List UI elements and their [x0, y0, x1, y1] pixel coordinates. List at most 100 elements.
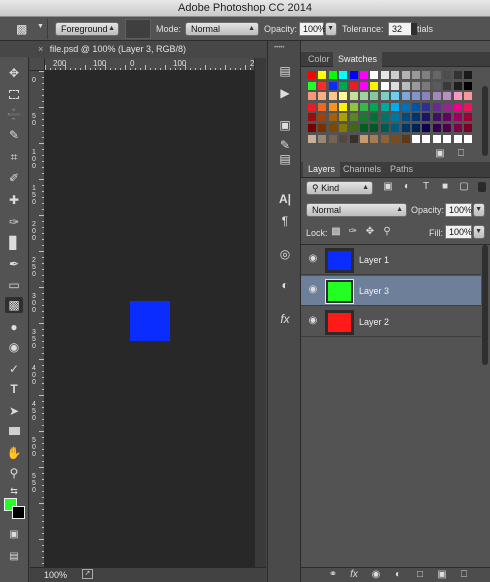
swatch[interactable] — [360, 92, 368, 101]
swatch[interactable] — [432, 124, 441, 132]
blur-tool-icon[interactable]: ● — [5, 319, 23, 335]
swatch[interactable] — [370, 124, 379, 132]
swatches-scrollbar[interactable] — [482, 86, 488, 156]
swatch[interactable] — [401, 102, 410, 111]
swatch[interactable] — [339, 81, 348, 90]
swatch[interactable] — [380, 81, 389, 90]
tool-preset-dropdown-icon[interactable]: ▼ — [37, 23, 44, 30]
swatch[interactable] — [464, 102, 472, 111]
swap-colors-icon[interactable]: ⇆ — [5, 483, 23, 499]
lock-position-icon[interactable]: ✥ — [364, 226, 376, 238]
opacity-input[interactable]: 100% — [299, 22, 326, 36]
fill-source-select[interactable]: Foreground ▲​ — [55, 22, 119, 36]
document-tab[interactable]: × file.psd @ 100% (Layer 3, RGB/8) — [30, 41, 266, 58]
swatch[interactable] — [391, 92, 400, 101]
type-tool-icon[interactable]: T — [5, 381, 23, 397]
swatch[interactable] — [401, 71, 410, 79]
swatch[interactable] — [339, 124, 348, 132]
tool-presets-icon[interactable]: ▤ — [276, 151, 294, 167]
swatch[interactable] — [339, 71, 348, 79]
swatch[interactable] — [318, 102, 327, 111]
swatch[interactable] — [308, 81, 316, 90]
tab-color[interactable]: Color — [303, 52, 335, 67]
swatch[interactable] — [370, 71, 379, 79]
layer-style-icon[interactable]: fx — [348, 569, 360, 581]
crop-tool-icon[interactable]: ⌗ — [5, 149, 23, 165]
brush-tool-icon[interactable]: ✑ — [5, 214, 23, 230]
brush-presets-icon[interactable]: ▣ — [276, 117, 294, 133]
blend-mode-select[interactable]: Normal ▲​ — [306, 203, 407, 217]
swatch[interactable] — [349, 81, 358, 90]
swatch[interactable] — [349, 102, 358, 111]
tab-channels[interactable]: Channels — [338, 162, 386, 177]
swatch[interactable] — [422, 81, 431, 90]
swatch[interactable] — [443, 113, 452, 122]
layer-filter-select[interactable]: ⚲ Kind ▲​ — [306, 181, 373, 195]
ruler-origin[interactable] — [30, 58, 45, 71]
new-swatch-icon[interactable]: ▣ — [434, 148, 446, 160]
swatch[interactable] — [443, 71, 452, 79]
lock-transparent-icon[interactable]: ▩ — [330, 226, 342, 238]
fill-dropdown[interactable]: ▼ — [473, 225, 485, 239]
dock-grip[interactable]: ••••• — [274, 45, 294, 51]
anti-alias-checkbox[interactable] — [411, 23, 417, 35]
filter-toggle[interactable] — [478, 182, 486, 192]
swatch[interactable] — [370, 113, 379, 122]
swatch[interactable] — [349, 124, 358, 132]
mode-select[interactable]: Normal ▲​ — [185, 22, 259, 36]
swatch[interactable] — [308, 124, 316, 132]
swatch[interactable] — [453, 124, 462, 132]
swatch[interactable] — [432, 92, 441, 101]
swatch[interactable] — [443, 92, 452, 101]
swatch[interactable] — [412, 134, 420, 143]
paint-bucket-tool-icon[interactable]: ▩ — [5, 297, 23, 313]
clone-stamp-tool-icon[interactable]: ▊ — [5, 235, 23, 251]
swatch[interactable] — [308, 134, 316, 143]
swatch[interactable] — [464, 81, 472, 90]
eyedropper-tool-icon[interactable]: ✐ — [5, 170, 23, 186]
move-tool-icon[interactable]: ✥ — [5, 65, 23, 81]
swatch[interactable] — [391, 102, 400, 111]
quick-selection-tool-icon[interactable]: ✎ — [5, 127, 23, 143]
swatch[interactable] — [349, 92, 358, 101]
swatch[interactable] — [422, 71, 431, 79]
swatch[interactable] — [401, 113, 410, 122]
spot-healing-tool-icon[interactable]: ✚ — [5, 192, 23, 208]
swatch[interactable] — [328, 81, 337, 90]
swatch[interactable] — [422, 102, 431, 111]
swatch[interactable] — [308, 92, 316, 101]
swatch[interactable] — [349, 113, 358, 122]
swatch[interactable] — [318, 81, 327, 90]
swatch[interactable] — [318, 92, 327, 101]
swatch[interactable] — [380, 102, 389, 111]
swatch[interactable] — [401, 124, 410, 132]
filter-smart-object-icon[interactable]: ▢ — [458, 181, 470, 193]
filter-pixel-icon[interactable]: ▣ — [382, 181, 394, 193]
swatch[interactable] — [370, 134, 379, 143]
swatch[interactable] — [308, 71, 316, 79]
visibility-eye-icon[interactable]: ◉ — [307, 285, 319, 295]
delete-swatch-icon[interactable]: ⎕ — [455, 148, 467, 160]
swatch[interactable] — [360, 81, 368, 90]
hand-tool-icon[interactable]: ✋ — [5, 445, 23, 461]
layer-row[interactable]: ◉ Layer 3 — [301, 276, 481, 306]
opacity-dropdown[interactable]: ▼ — [325, 22, 337, 36]
swatch[interactable] — [380, 92, 389, 101]
vertical-ruler[interactable]: 0 50 100 150 200 250 300 350 400 450 500 550 — [30, 71, 45, 567]
swatch[interactable] — [412, 71, 420, 79]
swatch[interactable] — [391, 124, 400, 132]
swatch[interactable] — [464, 71, 472, 79]
filter-type-icon[interactable]: T — [420, 181, 432, 193]
styles-panel-icon[interactable]: fx — [276, 311, 294, 327]
history-panel-icon[interactable]: ▤ — [276, 63, 294, 79]
3d-panel-icon[interactable]: ◎ — [276, 246, 294, 262]
swatch[interactable] — [370, 81, 379, 90]
swatch[interactable] — [328, 71, 337, 79]
swatch[interactable] — [328, 102, 337, 111]
lasso-tool-icon[interactable]: ➗ — [5, 107, 23, 123]
swatch[interactable] — [464, 92, 472, 101]
visibility-eye-icon[interactable]: ◉ — [307, 316, 319, 326]
swatch[interactable] — [432, 113, 441, 122]
swatch[interactable] — [453, 113, 462, 122]
character-panel-icon[interactable]: A| — [276, 191, 294, 207]
